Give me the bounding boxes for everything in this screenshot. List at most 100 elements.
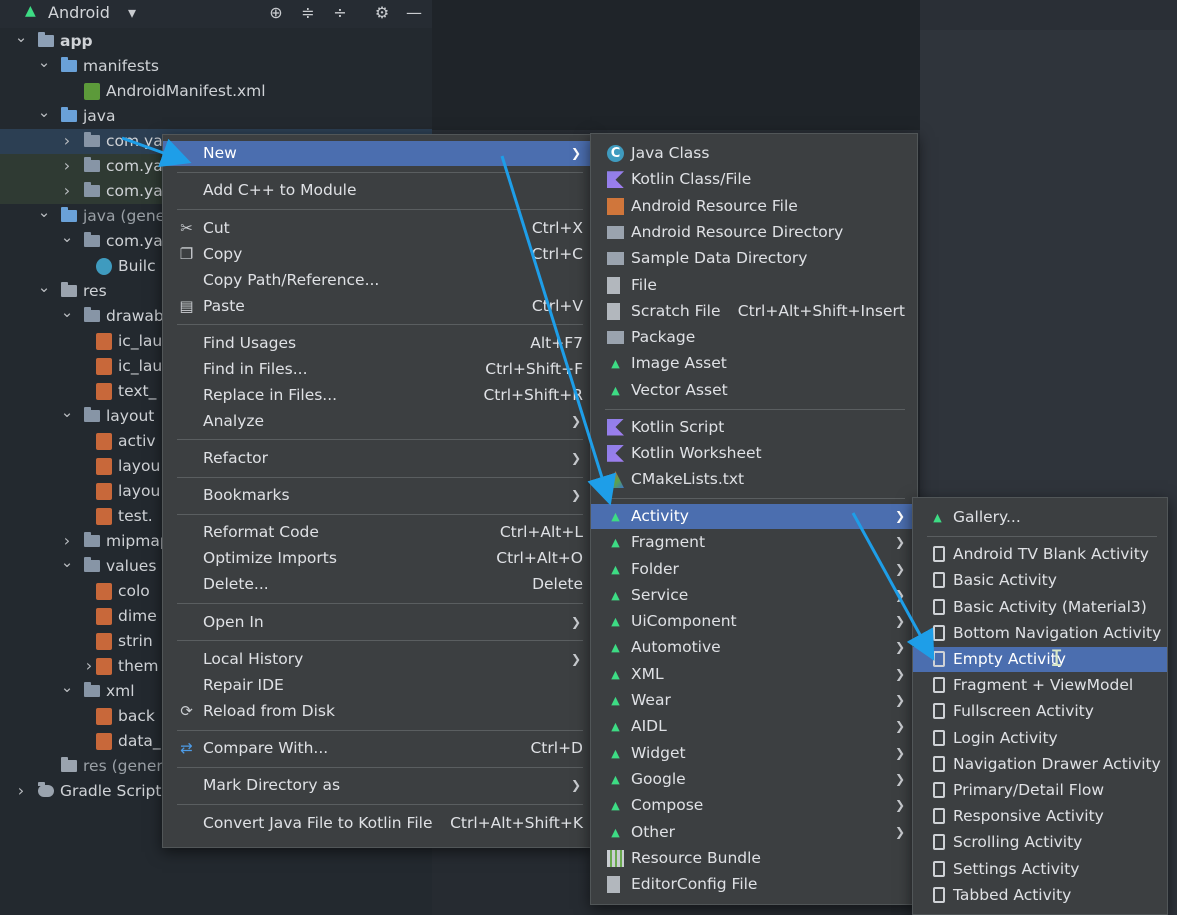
xml-file-icon	[96, 733, 112, 750]
menu-item-other[interactable]: ▲ Other ❯	[591, 820, 917, 845]
chevron-right-icon[interactable]: ›	[60, 179, 74, 204]
menu-item-copy[interactable]: ❐ Copy Ctrl+C	[163, 242, 591, 267]
chevron-down-icon[interactable]: ⌄	[60, 554, 74, 579]
menu-item-fullscreen-activity[interactable]: Fullscreen Activity	[913, 699, 1167, 724]
menu-item-analyze[interactable]: Analyze ❯	[163, 409, 591, 434]
menu-item-refactor[interactable]: Refactor ❯	[163, 446, 591, 471]
menu-item-bookmarks[interactable]: Bookmarks ❯	[163, 483, 591, 508]
folder-icon	[61, 207, 77, 222]
menu-item-basic-activity-material3[interactable]: Basic Activity (Material3)	[913, 595, 1167, 620]
phone-icon	[933, 624, 945, 641]
menu-item-android-resource-file[interactable]: Android Resource File	[591, 194, 917, 219]
menu-item-responsive-activity[interactable]: Responsive Activity	[913, 804, 1167, 829]
menu-item-find-usages[interactable]: Find Usages Alt+F7	[163, 331, 591, 356]
menu-item-paste[interactable]: ▤ Paste Ctrl+V	[163, 294, 591, 319]
chevron-down-icon[interactable]: ▾	[122, 3, 142, 23]
menu-item-scrolling-activity[interactable]: Scrolling Activity	[913, 830, 1167, 855]
menu-item-login-activity[interactable]: Login Activity	[913, 726, 1167, 751]
menu-item-xml[interactable]: ▲ XML ❯	[591, 662, 917, 687]
menu-item-gallery[interactable]: ▲ Gallery...	[913, 505, 1167, 530]
android-icon: ▲	[611, 562, 620, 576]
menu-item-new[interactable]: New ❯	[163, 141, 591, 166]
menu-item-activity[interactable]: ▲ Activity ❯	[591, 503, 917, 529]
chevron-down-icon[interactable]: ⌄	[60, 304, 74, 329]
menu-item-label: Android Resource Directory	[631, 222, 844, 241]
menu-item-java-class[interactable]: C Java Class	[591, 141, 917, 166]
chevron-right-icon[interactable]: ›	[60, 529, 74, 554]
menu-item-bottom-navigation-activity[interactable]: Bottom Navigation Activity	[913, 621, 1167, 646]
menu-item-fragment[interactable]: ▲ Fragment ❯	[591, 530, 917, 555]
menu-item-android-tv-blank-activity[interactable]: Android TV Blank Activity	[913, 542, 1167, 567]
menu-item-wear[interactable]: ▲ Wear ❯	[591, 688, 917, 713]
chevron-down-icon[interactable]: ⌄	[14, 29, 28, 54]
menu-item-compose[interactable]: ▲ Compose ❯	[591, 793, 917, 818]
tree-row[interactable]: ⌄ java	[0, 104, 432, 129]
menu-item-folder[interactable]: ▲ Folder ❯	[591, 557, 917, 582]
menu-item-kotlin-class-file[interactable]: Kotlin Class/File	[591, 167, 917, 192]
menu-item-sample-data-directory[interactable]: Sample Data Directory	[591, 246, 917, 271]
menu-item-tabbed-activity[interactable]: Tabbed Activity	[913, 883, 1167, 908]
tree-row[interactable]: ⌄ manifests	[0, 54, 432, 79]
menu-item-settings-activity[interactable]: Settings Activity	[913, 857, 1167, 882]
menu-item-repair-ide[interactable]: Repair IDE	[163, 673, 591, 698]
menu-item-fragment-viewmodel[interactable]: Fragment + ViewModel	[913, 673, 1167, 698]
menu-item-image-asset[interactable]: ▲ Image Asset	[591, 351, 917, 376]
menu-item-mark-directory-as[interactable]: Mark Directory as ❯	[163, 773, 591, 798]
chevron-down-icon[interactable]: ⌄	[60, 229, 74, 254]
menu-item-widget[interactable]: ▲ Widget ❯	[591, 741, 917, 766]
menu-item-replace-in-files[interactable]: Replace in Files... Ctrl+Shift+R	[163, 383, 591, 408]
chevron-right-icon: ❯	[570, 488, 581, 503]
expand-all-icon[interactable]: ≑	[298, 3, 318, 23]
menu-item-local-history[interactable]: Local History ❯	[163, 647, 591, 672]
locate-icon[interactable]: ⊕	[266, 3, 286, 23]
chevron-down-icon[interactable]: ⌄	[37, 204, 51, 229]
menu-item-scratch-file[interactable]: Scratch File Ctrl+Alt+Shift+Insert	[591, 299, 917, 324]
menu-item-add-c-to-module[interactable]: Add C++ to Module	[163, 178, 591, 203]
menu-item-file[interactable]: File	[591, 273, 917, 298]
menu-item-empty-activity[interactable]: Empty Activity	[913, 647, 1167, 672]
menu-item-delete[interactable]: Delete... Delete	[163, 572, 591, 597]
menu-item-automotive[interactable]: ▲ Automotive ❯	[591, 635, 917, 660]
menu-item-kotlin-script[interactable]: Kotlin Script	[591, 415, 917, 440]
chevron-down-icon[interactable]: ⌄	[37, 279, 51, 304]
menu-item-service[interactable]: ▲ Service ❯	[591, 583, 917, 608]
chevron-down-icon[interactable]: ⌄	[60, 404, 74, 429]
menu-item-editorconfig-file[interactable]: EditorConfig File	[591, 872, 917, 897]
menu-item-package[interactable]: Package	[591, 325, 917, 350]
tree-row[interactable]: AndroidManifest.xml	[0, 79, 432, 104]
menu-item-navigation-drawer-activity[interactable]: Navigation Drawer Activity	[913, 752, 1167, 777]
menu-item-basic-activity[interactable]: Basic Activity	[913, 568, 1167, 593]
menu-item-label: Login Activity	[953, 728, 1058, 747]
menu-item-cut[interactable]: ✂ Cut Ctrl+X	[163, 216, 591, 241]
chevron-down-icon[interactable]: ⌄	[37, 54, 51, 79]
chevron-right-icon[interactable]: ›	[60, 129, 74, 154]
menu-item-label: Kotlin Worksheet	[631, 443, 762, 462]
menu-item-open-in[interactable]: Open In ❯	[163, 610, 591, 635]
collapse-all-icon[interactable]: ÷	[330, 3, 350, 23]
menu-item-cmakelists-txt[interactable]: CMakeLists.txt	[591, 467, 917, 492]
menu-item-primary-detail-flow[interactable]: Primary/Detail Flow	[913, 778, 1167, 803]
menu-item-android-resource-directory[interactable]: Android Resource Directory	[591, 220, 917, 245]
menu-item-kotlin-worksheet[interactable]: Kotlin Worksheet	[591, 441, 917, 466]
minimize-icon[interactable]: —	[404, 3, 424, 23]
menu-item-aidl[interactable]: ▲ AIDL ❯	[591, 714, 917, 739]
menu-item-optimize-imports[interactable]: Optimize Imports Ctrl+Alt+O	[163, 546, 591, 571]
chevron-down-icon[interactable]: ⌄	[37, 104, 51, 129]
menu-item-compare-with[interactable]: ⇄ Compare With... Ctrl+D	[163, 736, 591, 761]
menu-item-reformat-code[interactable]: Reformat Code Ctrl+Alt+L	[163, 520, 591, 545]
menu-item-vector-asset[interactable]: ▲ Vector Asset	[591, 378, 917, 403]
project-view-title[interactable]: Android	[48, 3, 110, 22]
menu-item-find-in-files[interactable]: Find in Files... Ctrl+Shift+F	[163, 357, 591, 382]
menu-item-copy-path-reference[interactable]: Copy Path/Reference...	[163, 268, 591, 293]
menu-item-resource-bundle[interactable]: Resource Bundle	[591, 846, 917, 871]
menu-item-convert-java-file-to-kotlin-file[interactable]: Convert Java File to Kotlin File Ctrl+Alt…	[163, 811, 591, 836]
chevron-right-icon[interactable]: ›	[14, 779, 28, 804]
tree-row[interactable]: ⌄ app	[0, 29, 432, 54]
chevron-down-icon[interactable]: ⌄	[60, 679, 74, 704]
menu-item-uicomponent[interactable]: ▲ UiComponent ❯	[591, 609, 917, 634]
chevron-right-icon[interactable]: ›	[82, 654, 96, 679]
gear-icon[interactable]: ⚙	[372, 3, 392, 23]
menu-item-reload-from-disk[interactable]: ⟳ Reload from Disk	[163, 699, 591, 724]
chevron-right-icon[interactable]: ›	[60, 154, 74, 179]
menu-item-google[interactable]: ▲ Google ❯	[591, 767, 917, 792]
